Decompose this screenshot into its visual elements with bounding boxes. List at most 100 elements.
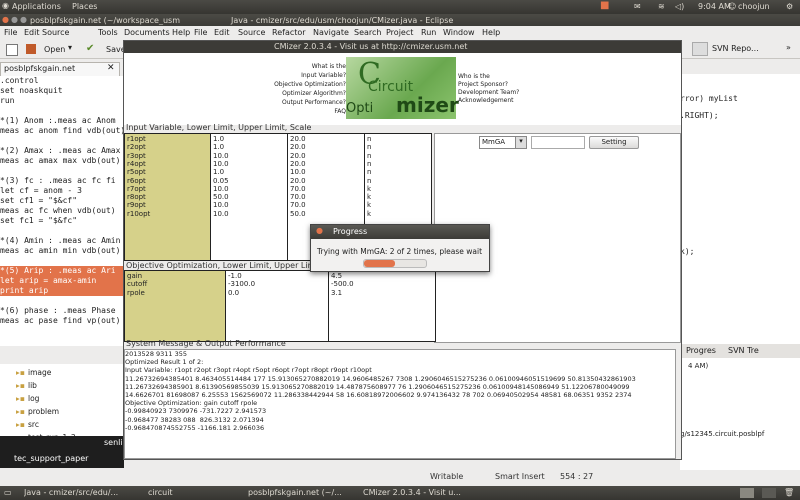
objective-cell[interactable]: rpole xyxy=(127,289,145,297)
perspective-icon[interactable] xyxy=(692,42,708,56)
input-cell[interactable]: r6opt xyxy=(127,177,146,185)
input-cell[interactable]: r4opt xyxy=(127,160,146,168)
chevron-down-icon[interactable]: ▾ xyxy=(515,137,526,148)
input-cell[interactable]: k xyxy=(367,185,371,193)
help-link-left[interactable]: Optimizer Algorithm? xyxy=(282,90,346,97)
menu-window[interactable]: Window xyxy=(443,28,475,37)
input-cell[interactable]: r2opt xyxy=(127,143,146,151)
objective-cell[interactable]: 3.1 xyxy=(331,289,342,297)
chevron-right-icon[interactable]: » xyxy=(786,43,791,52)
input-cell[interactable]: n xyxy=(367,168,371,176)
objective-cell[interactable]: -500.0 xyxy=(331,280,354,288)
explorer-item[interactable]: log xyxy=(28,394,39,403)
input-cell[interactable]: 0.05 xyxy=(213,177,229,185)
help-link-left[interactable]: Objective Optimization? xyxy=(274,81,346,88)
objective-cell[interactable]: -3100.0 xyxy=(228,280,255,288)
workspace-switcher-2[interactable] xyxy=(762,488,776,498)
input-lower-column[interactable]: 1.0 1.0 10.0 10.0 1.0 0.05 10.0 50.0 10.0 10.0 xyxy=(211,134,288,260)
input-cell[interactable]: 70.0 xyxy=(290,185,306,193)
input-cell[interactable]: 10.0 xyxy=(213,152,229,160)
obj-lower-column[interactable]: -1.0 -3100.0 0.0 xyxy=(226,271,329,341)
svn-perspective-tab[interactable]: SVN Repo... xyxy=(712,44,759,53)
algorithm-input[interactable] xyxy=(531,136,585,149)
clock[interactable]: 9:04 AM xyxy=(698,2,731,11)
input-cell[interactable]: n xyxy=(367,160,371,168)
folder-icon[interactable]: ▸▪ xyxy=(16,381,25,390)
objective-cell[interactable]: -1.0 xyxy=(228,272,242,280)
dock-tec-support[interactable]: tec_support_paper xyxy=(0,450,124,468)
volume-icon[interactable]: ◁) xyxy=(675,2,684,11)
input-cell[interactable]: 20.0 xyxy=(290,160,306,168)
explorer-item[interactable]: image xyxy=(28,368,51,377)
menu-file-2[interactable]: File xyxy=(194,28,207,37)
input-cell[interactable]: n xyxy=(367,143,371,151)
task-cmizer[interactable]: CMizer 2.0.3.4 - Visit u... xyxy=(363,488,469,497)
input-cell[interactable]: k xyxy=(367,201,371,209)
input-cell[interactable]: r10opt xyxy=(127,210,150,218)
close-icon[interactable]: ● xyxy=(2,15,9,24)
minimize-icon[interactable]: ● xyxy=(11,15,18,24)
code-editor[interactable]: .control set noaskquit run *(1) Anom :.meas… xyxy=(0,76,125,346)
system-log[interactable]: 2013528 9311 355 Optimized Result 1 of 2:… xyxy=(124,349,676,459)
folder-icon[interactable]: ▸▪ xyxy=(16,394,25,403)
menu-navigate[interactable]: Navigate xyxy=(313,28,349,37)
java-editor[interactable]: rror) myList .RIGHT); k); xyxy=(680,74,800,344)
input-cell[interactable]: n xyxy=(367,177,371,185)
input-cell[interactable]: 50.0 xyxy=(213,193,229,201)
obj-upper-column[interactable]: 4.5 -500.0 3.1 xyxy=(329,271,434,341)
menu-edit[interactable]: Edit xyxy=(24,28,40,37)
objective-cell[interactable]: 0.0 xyxy=(228,289,239,297)
help-link-right[interactable]: Development Team? xyxy=(458,89,519,96)
applications-menu[interactable]: Applications xyxy=(12,2,61,11)
trash-icon[interactable]: 🗑 xyxy=(784,488,794,497)
menu-run[interactable]: Run xyxy=(421,28,436,37)
save-icon[interactable]: ✔ xyxy=(86,43,94,54)
objective-cell[interactable]: cutoff xyxy=(127,280,147,288)
input-cell[interactable]: 1.0 xyxy=(213,168,224,176)
maximize-icon[interactable]: ● xyxy=(20,15,27,24)
help-link-left[interactable]: FAQ xyxy=(334,108,346,115)
input-cell[interactable]: 10.0 xyxy=(213,160,229,168)
input-cell[interactable]: r7opt xyxy=(127,185,146,193)
algorithm-select[interactable]: MmGA ▾ xyxy=(479,136,527,149)
show-desktop-icon[interactable]: ▭ xyxy=(4,488,12,497)
menu-edit-2[interactable]: Edit xyxy=(214,28,230,37)
input-cell[interactable]: r1opt xyxy=(127,135,146,143)
menu-file[interactable]: File xyxy=(4,28,17,37)
folder-icon[interactable]: ▸▪ xyxy=(16,420,25,429)
input-cell[interactable]: r5opt xyxy=(127,168,146,176)
input-cell[interactable]: n xyxy=(367,135,371,143)
menu-documents[interactable]: Documents xyxy=(124,28,170,37)
task-gedit[interactable]: posblpfskgain.net (~/... xyxy=(248,488,354,497)
input-cell[interactable]: r3opt xyxy=(127,152,146,160)
help-link-left[interactable]: Output Performance? xyxy=(282,99,346,106)
input-cell[interactable]: n xyxy=(367,152,371,160)
help-link-right[interactable]: Project Sponsor? xyxy=(458,81,508,88)
help-link-right[interactable]: Acknowledgement xyxy=(458,97,514,104)
open-file-icon[interactable] xyxy=(26,44,36,54)
close-icon[interactable]: ● xyxy=(316,226,323,235)
input-cell[interactable]: 10.0 xyxy=(213,201,229,209)
tab-progress[interactable]: Progres xyxy=(686,346,716,355)
menu-refactor[interactable]: Refactor xyxy=(272,28,306,37)
input-cell[interactable]: 50.0 xyxy=(290,210,306,218)
user-icon[interactable]: ☺ xyxy=(728,2,736,11)
input-cell[interactable]: 10.0 xyxy=(213,210,229,218)
workspace-switcher[interactable] xyxy=(740,488,754,498)
menu-source-2[interactable]: Source xyxy=(238,28,265,37)
gear-icon[interactable]: ⚙ xyxy=(786,2,793,11)
input-cell[interactable]: 20.0 xyxy=(290,135,306,143)
menu-help-2[interactable]: Help xyxy=(482,28,500,37)
menu-help[interactable]: Help xyxy=(172,28,190,37)
input-cell[interactable]: 70.0 xyxy=(290,201,306,209)
objective-cell[interactable]: 4.5 xyxy=(331,272,342,280)
input-var-column[interactable]: r1opt r2opt r3opt r4opt r5opt r6opt r7opt r8opt… xyxy=(125,134,211,260)
folder-icon[interactable]: ▸▪ xyxy=(16,368,25,377)
folder-icon[interactable]: ▸▪ xyxy=(16,407,25,416)
input-cell[interactable]: k xyxy=(367,193,371,201)
menu-search[interactable]: Search xyxy=(354,28,381,37)
menu-source[interactable]: Source xyxy=(42,28,69,37)
wifi-icon[interactable]: ≋ xyxy=(658,2,665,11)
new-file-icon[interactable] xyxy=(6,44,18,56)
objective-cell[interactable]: gain xyxy=(127,272,142,280)
